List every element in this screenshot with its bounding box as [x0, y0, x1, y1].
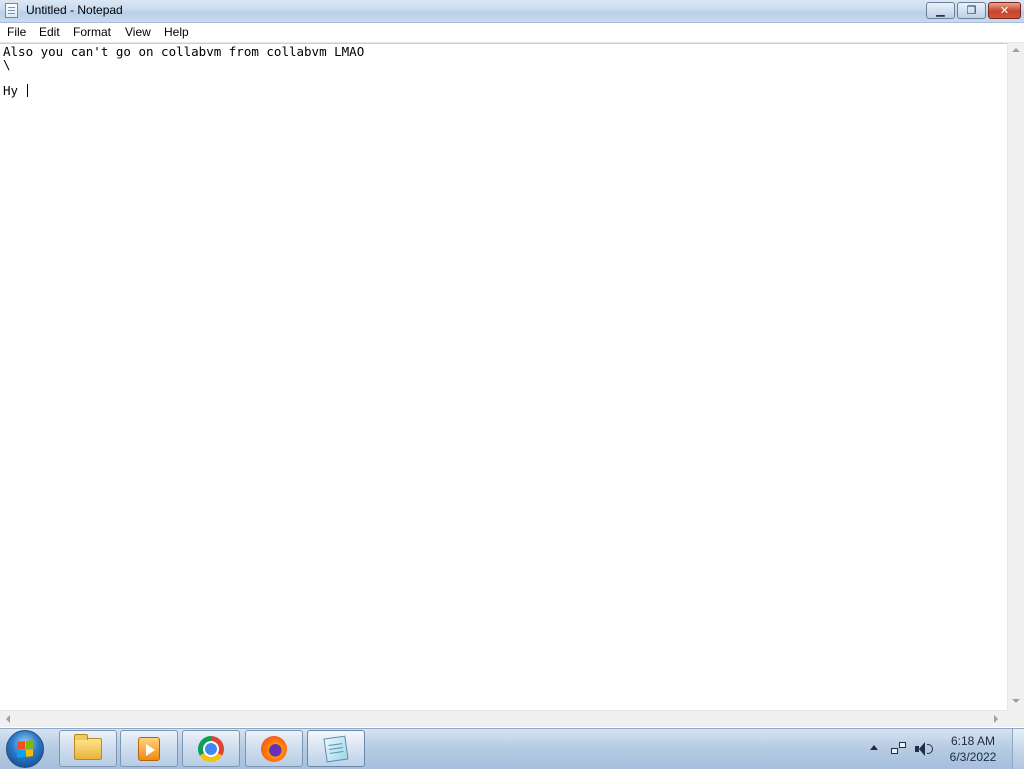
taskbar-explorer-button[interactable] [59, 730, 117, 767]
system-clock[interactable]: 6:18 AM 6/3/2022 [944, 733, 1002, 765]
window-title: Untitled - Notepad [26, 3, 123, 17]
menu-edit[interactable]: Edit [39, 25, 60, 39]
taskbar-notepad-button[interactable] [307, 730, 365, 767]
text-line: Hy [3, 83, 26, 98]
volume-icon[interactable] [915, 741, 933, 757]
media-player-icon [138, 736, 160, 761]
menu-bar: File Edit Format View Help [0, 23, 1024, 43]
chrome-icon [198, 735, 224, 762]
folder-icon [74, 733, 102, 760]
menu-view[interactable]: View [125, 25, 151, 39]
menu-file[interactable]: File [7, 25, 26, 39]
taskbar: 6:18 AM 6/3/2022 [0, 728, 1024, 769]
notepad-app-icon[interactable] [5, 3, 18, 18]
text-editor[interactable]: Also you can't go on collabvm from colla… [0, 43, 1007, 711]
title-bar[interactable]: Untitled - Notepad ▁ ❐ ✕ [0, 0, 1024, 23]
horizontal-scrollbar[interactable] [0, 710, 1007, 727]
start-button[interactable] [6, 730, 44, 768]
show-desktop-button[interactable] [1012, 729, 1024, 769]
text-caret [27, 84, 28, 97]
scroll-down-icon[interactable] [1012, 699, 1020, 703]
text-line: \ [3, 57, 11, 72]
scroll-up-icon[interactable] [1012, 48, 1020, 52]
menu-help[interactable]: Help [164, 25, 189, 39]
show-hidden-icons-icon[interactable] [870, 745, 878, 750]
firefox-icon [261, 735, 287, 762]
menu-format[interactable]: Format [73, 25, 111, 39]
clock-time: 6:18 AM [950, 734, 996, 748]
network-icon[interactable] [891, 742, 907, 755]
scrollbar-corner [1007, 710, 1024, 727]
close-button[interactable]: ✕ [988, 2, 1021, 19]
vertical-scrollbar[interactable] [1007, 43, 1024, 710]
windows-logo-icon [17, 740, 33, 758]
scroll-left-icon[interactable] [6, 715, 10, 723]
taskbar-media-player-button[interactable] [120, 730, 178, 767]
scroll-right-icon[interactable] [994, 715, 998, 723]
clock-date: 6/3/2022 [949, 750, 997, 764]
minimize-button[interactable]: ▁ [926, 2, 955, 19]
maximize-button[interactable]: ❐ [957, 2, 986, 19]
taskbar-firefox-button[interactable] [245, 730, 303, 767]
taskbar-chrome-button[interactable] [182, 730, 240, 767]
notepad-icon [323, 735, 349, 762]
text-line: Also you can't go on collabvm from colla… [3, 44, 365, 59]
